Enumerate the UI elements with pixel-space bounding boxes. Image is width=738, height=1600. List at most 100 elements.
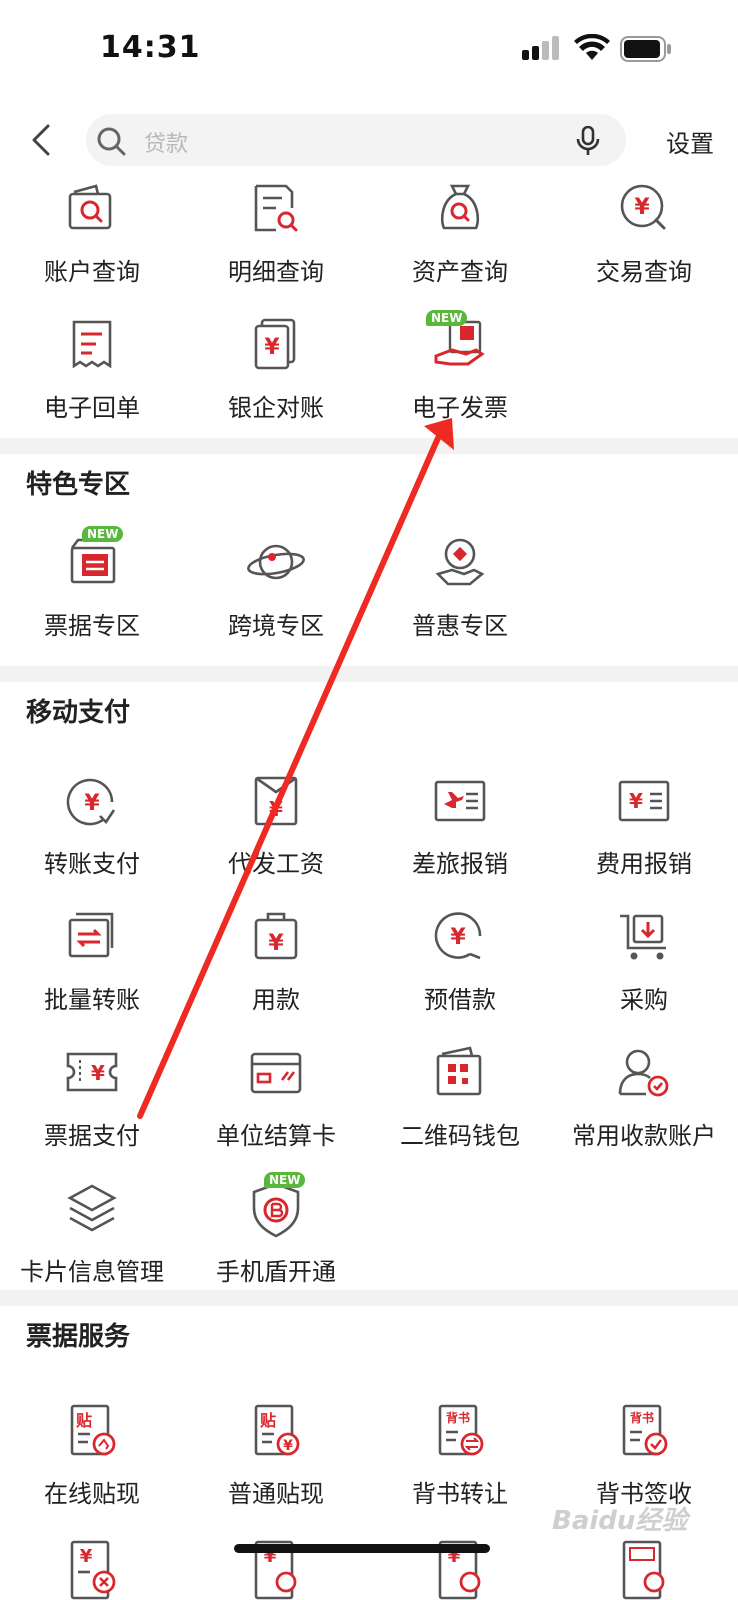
cross-border-icon (247, 544, 305, 580)
payment-use-funds[interactable]: ¥ 用款 (184, 908, 368, 1028)
service-e-receipt[interactable]: 电子回单 (0, 316, 184, 436)
bill-endorse-transfer[interactable]: 背书 背书转让 (368, 1402, 552, 1522)
online-discount-icon: 贴 (70, 1404, 116, 1456)
receipt-query-icon[interactable] (614, 1538, 674, 1600)
cellular-signal-icon (522, 36, 559, 60)
bill-regular-discount[interactable]: 贴 ¥ 普通贴现 (184, 1402, 368, 1522)
payment-transfer[interactable]: ¥ 转账支付 (0, 772, 184, 892)
e-receipt-icon (72, 320, 112, 369)
service-label: 账户查询 (44, 258, 140, 286)
payment-card-info[interactable]: 卡片信息管理 (0, 1180, 184, 1300)
svg-text:¥: ¥ (268, 931, 284, 956)
mobile-shield-icon (252, 1182, 300, 1238)
card-info-icon (67, 1184, 117, 1232)
service-account-query[interactable]: 账户查询 (0, 180, 184, 300)
settings-button[interactable]: 设置 (666, 124, 714, 159)
svg-text:¥: ¥ (84, 791, 100, 816)
bill-online-discount[interactable]: 贴 在线贴现 (0, 1402, 184, 1522)
back-arrow-icon[interactable] (22, 120, 62, 160)
tag-text: 贴 (76, 1411, 92, 1430)
service-bank-reconcile[interactable]: ¥ 银企对账 (184, 316, 368, 436)
payment-label: 卡片信息管理 (20, 1258, 164, 1286)
service-label: 银企对账 (228, 394, 324, 422)
bill-services-section: 票据服务 贴 在线贴现 贴 ¥ 普通贴现 背书 背书转让 背书 背书签收 ¥ ¥… (0, 1306, 738, 1600)
service-e-invoice[interactable]: NEW 电子发票 (368, 310, 552, 436)
bill-label: 在线贴现 (44, 1480, 140, 1508)
regular-discount-icon: 贴 ¥ (254, 1404, 300, 1456)
svg-text:¥: ¥ (80, 1546, 93, 1567)
section-divider (0, 438, 738, 454)
featured-cross-border[interactable]: 跨境专区 (184, 534, 368, 654)
payment-batch-transfer[interactable]: 批量转账 (0, 908, 184, 1028)
batch-transfer-icon (68, 912, 114, 958)
top-services-section: 账户查询 明细查询 资产查询 ¥ 交易查询 电子回单 ¥ 银企对账 NEW 电子… (0, 178, 738, 438)
payment-settlement-card[interactable]: 单位结算卡 (184, 1044, 368, 1164)
service-detail-query[interactable]: 明细查询 (184, 180, 368, 300)
payment-label: 预借款 (424, 986, 496, 1014)
bill-pay-icon: ¥ (66, 1052, 118, 1092)
payment-payroll[interactable]: ¥ 代发工资 (184, 772, 368, 892)
payment-advance[interactable]: ¥ 预借款 (368, 908, 552, 1028)
tag-text: 背书 (630, 1410, 654, 1425)
payee-account-icon (618, 1049, 669, 1097)
service-label: 电子回单 (44, 394, 140, 422)
payment-mobile-shield[interactable]: NEW 手机盾开通 (184, 1172, 368, 1300)
section-title: 票据服务 (26, 1322, 131, 1352)
payment-label: 手机盾开通 (216, 1258, 336, 1286)
payment-purchase[interactable]: 采购 (552, 908, 736, 1028)
svg-text:¥: ¥ (283, 1438, 293, 1454)
payroll-icon: ¥ (254, 776, 298, 826)
svg-text:¥: ¥ (264, 335, 280, 360)
wifi-icon (574, 34, 610, 60)
svg-text:¥: ¥ (634, 195, 650, 220)
account-query-icon (68, 184, 112, 230)
section-divider (0, 666, 738, 682)
qr-wallet-icon (436, 1046, 482, 1096)
endorse-sign-icon: 背书 (622, 1404, 668, 1456)
featured-bill-zone[interactable]: NEW 票据专区 (0, 526, 184, 654)
payment-travel[interactable]: 差旅报销 (368, 772, 552, 892)
featured-section: 特色专区 NEW 票据专区 跨境专区 普惠专区 (0, 454, 738, 666)
service-label: 资产查询 (412, 258, 508, 286)
settlement-card-icon (250, 1052, 302, 1094)
tag-text: 背书 (446, 1410, 470, 1425)
discount-cancel-icon[interactable]: ¥ (62, 1538, 122, 1600)
service-label: 电子发票 (412, 394, 508, 422)
payment-label: 票据支付 (44, 1122, 140, 1150)
payment-label: 费用报销 (596, 850, 692, 878)
new-badge: NEW (264, 1172, 306, 1188)
svg-text:¥: ¥ (629, 789, 643, 813)
inclusive-finance-icon (435, 538, 485, 586)
search-row: 贷款 设置 (0, 112, 738, 168)
mobile-payment-section: 移动支付 ¥ 转账支付 ¥ 代发工资 差旅报销 ¥ 费用报销 批量转账 ¥ 用款… (0, 682, 738, 1308)
tag-text: 贴 (260, 1411, 276, 1430)
section-title: 移动支付 (26, 698, 131, 728)
featured-inclusive[interactable]: 普惠专区 (368, 534, 552, 654)
payment-label: 代发工资 (228, 850, 324, 878)
payment-expense[interactable]: ¥ 费用报销 (552, 772, 736, 892)
payment-payee-account[interactable]: 常用收款账户 (552, 1044, 736, 1164)
new-badge: NEW (82, 526, 124, 542)
payment-qr-wallet[interactable]: 二维码钱包 (368, 1044, 552, 1164)
payment-label: 用款 (252, 986, 300, 1014)
service-transaction-query[interactable]: ¥ 交易查询 (552, 180, 736, 300)
payment-bill-pay[interactable]: ¥ 票据支付 (0, 1044, 184, 1164)
asset-query-icon (440, 184, 480, 230)
new-badge: NEW (426, 310, 468, 326)
search-input[interactable]: 贷款 (86, 114, 626, 166)
expense-claim-icon: ¥ (618, 780, 670, 822)
detail-query-icon (254, 184, 298, 232)
travel-expense-icon (434, 780, 486, 822)
payment-label: 采购 (620, 986, 668, 1014)
battery-icon (620, 36, 671, 62)
microphone-icon[interactable] (576, 126, 600, 156)
payment-label: 二维码钱包 (400, 1122, 520, 1150)
service-asset-query[interactable]: 资产查询 (368, 180, 552, 300)
search-placeholder: 贷款 (144, 132, 189, 157)
service-label: 明细查询 (228, 258, 324, 286)
payment-label: 常用收款账户 (572, 1122, 716, 1150)
transfer-pay-icon: ¥ (66, 778, 116, 826)
payment-label: 差旅报销 (412, 850, 508, 878)
purchase-icon (620, 914, 666, 960)
svg-text:¥: ¥ (91, 1061, 105, 1085)
